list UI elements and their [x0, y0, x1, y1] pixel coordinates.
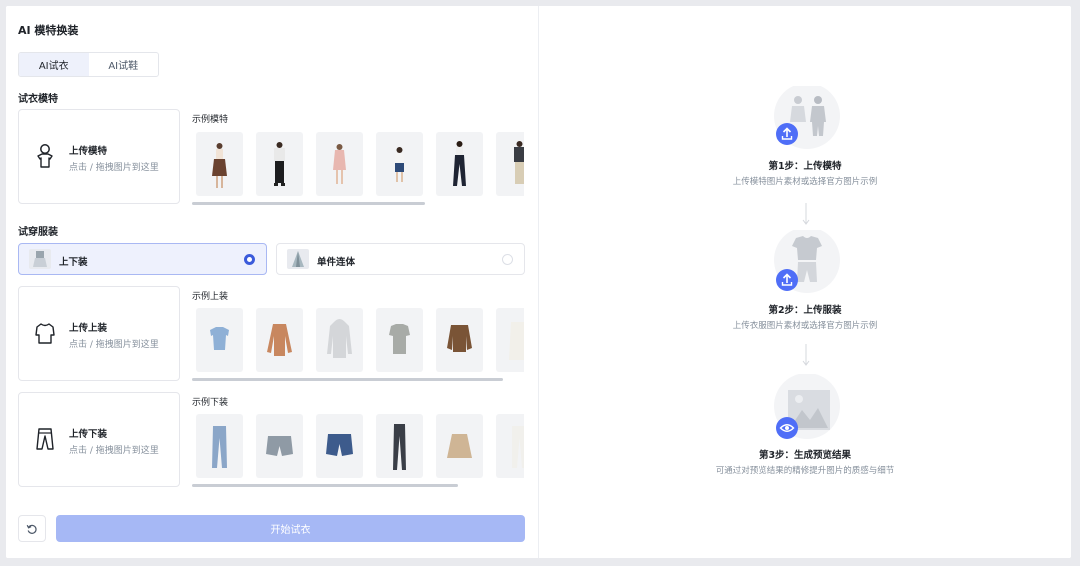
example-bottom-5[interactable]	[436, 414, 483, 478]
arrow-down-icon	[802, 344, 810, 366]
upload-model-box[interactable]: 上传模特 点击 / 拖拽图片到这里	[18, 109, 180, 204]
example-tops-scrollbar[interactable]	[192, 378, 503, 381]
example-models-label: 示例模特	[192, 115, 229, 125]
pants-icon	[36, 428, 54, 450]
example-top-5[interactable]	[436, 308, 483, 372]
example-model-3[interactable]	[316, 132, 363, 196]
example-bottom-4[interactable]	[376, 414, 423, 478]
upload-model-hint: 点击 / 拖拽图片到这里	[69, 163, 159, 173]
reset-button[interactable]	[18, 515, 46, 542]
example-tops-strip	[192, 308, 524, 380]
example-bottom-1[interactable]	[196, 414, 243, 478]
model-section-label: 试衣模特	[18, 94, 58, 105]
one-piece-thumbnail	[287, 249, 309, 269]
tab-ai-tryon-clothes[interactable]: AI试衣	[19, 53, 89, 76]
example-models-scrollbar[interactable]	[192, 202, 425, 205]
step1-desc: 上传模特图片素材或选择官方图片示例	[732, 177, 878, 187]
upload-top-hint: 点击 / 拖拽图片到这里	[69, 340, 159, 350]
garment-type-one-piece[interactable]: 单件连体	[276, 243, 525, 275]
example-bottom-3[interactable]	[316, 414, 363, 478]
example-top-1[interactable]	[196, 308, 243, 372]
example-model-4[interactable]	[376, 132, 423, 196]
example-bottoms-label: 示例下装	[192, 398, 229, 408]
person-icon	[37, 144, 53, 168]
example-bottoms-scrollbar[interactable]	[192, 484, 458, 487]
garment-type-top-bottom-radio[interactable]	[244, 254, 255, 265]
mode-tabs: AI试衣 AI试鞋	[18, 52, 159, 77]
upload-icon	[776, 123, 798, 145]
step2-desc: 上传衣服图片素材或选择官方图片示例	[732, 321, 878, 331]
example-bottoms-strip	[192, 414, 524, 486]
garment-type-one-piece-radio[interactable]	[502, 254, 513, 265]
step3-title: 第3步：生成预览结果	[758, 450, 852, 461]
page-title: AI 模特换装	[18, 24, 79, 37]
example-top-2[interactable]	[256, 308, 303, 372]
arrow-down-icon	[802, 203, 810, 225]
upload-bottom-title: 上传下装	[69, 429, 108, 440]
step1-title: 第1步：上传模特	[768, 161, 842, 172]
step3-illustration	[774, 374, 840, 439]
example-model-2[interactable]	[256, 132, 303, 196]
example-tops-label: 示例上装	[192, 292, 229, 302]
example-top-4[interactable]	[376, 308, 423, 372]
shirt-icon	[35, 323, 55, 344]
eye-icon	[776, 417, 798, 439]
example-top-3[interactable]	[316, 308, 363, 372]
config-panel: AI 模特换装 AI试衣 AI试鞋 试衣模特 上传模特 点击 / 拖拽图片到这里…	[6, 6, 538, 558]
example-bottom-2[interactable]	[256, 414, 303, 478]
garment-type-top-bottom[interactable]: 上下装	[18, 243, 267, 275]
example-model-6[interactable]	[496, 132, 524, 196]
top-bottom-thumbnail	[29, 249, 51, 269]
garment-type-one-piece-label: 单件连体	[317, 257, 356, 268]
upload-bottom-box[interactable]: 上传下装 点击 / 拖拽图片到这里	[18, 392, 180, 487]
step2-illustration	[774, 230, 840, 293]
garment-section-label: 试穿服装	[18, 227, 58, 238]
guide-panel: 第1步：上传模特 上传模特图片素材或选择官方图片示例 第2步：上传服装 上传衣服…	[539, 6, 1071, 558]
tab-ai-tryon-shoes[interactable]: AI试鞋	[89, 53, 159, 76]
garment-type-top-bottom-label: 上下装	[59, 257, 88, 268]
refresh-icon	[26, 524, 37, 534]
upload-top-title: 上传上装	[69, 323, 108, 334]
app-frame: AI 模特换装 AI试衣 AI试鞋 试衣模特 上传模特 点击 / 拖拽图片到这里…	[6, 6, 1071, 558]
step3-desc: 可通过对预览结果的精修提升图片的质感与细节	[715, 466, 895, 476]
example-top-6[interactable]	[496, 308, 524, 372]
upload-top-box[interactable]: 上传上装 点击 / 拖拽图片到这里	[18, 286, 180, 381]
step1-illustration	[774, 86, 840, 149]
upload-bottom-hint: 点击 / 拖拽图片到这里	[69, 446, 159, 456]
upload-model-title: 上传模特	[69, 146, 108, 157]
start-tryon-button[interactable]: 开始试衣	[56, 515, 525, 542]
example-model-1[interactable]	[196, 132, 243, 196]
example-model-5[interactable]	[436, 132, 483, 196]
example-models-strip	[192, 132, 524, 204]
step2-title: 第2步：上传服装	[768, 305, 842, 316]
example-bottom-6[interactable]	[496, 414, 524, 478]
upload-icon	[776, 269, 798, 291]
